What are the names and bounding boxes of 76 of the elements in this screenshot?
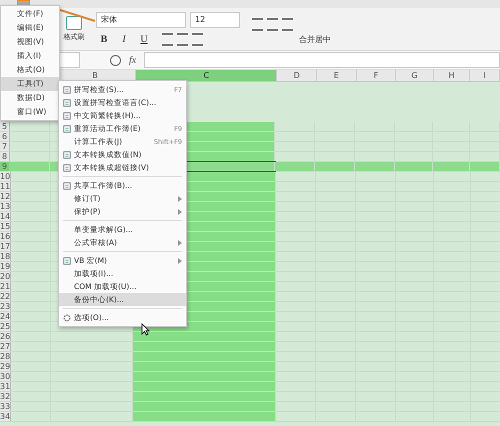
- column-header[interactable]: C: [136, 70, 278, 81]
- row-header[interactable]: 31: [0, 382, 12, 391]
- submenu-arrow-icon: [178, 208, 182, 214]
- row-header[interactable]: 18: [0, 252, 12, 261]
- row-header[interactable]: 21: [0, 282, 12, 291]
- row-header[interactable]: 24: [0, 312, 12, 321]
- document-icon: [63, 112, 71, 120]
- submenu-arrow-icon: [178, 258, 182, 264]
- sheet-cell[interactable]: [133, 412, 276, 421]
- row-header[interactable]: 5: [0, 122, 10, 131]
- row-header[interactable]: 29: [0, 362, 12, 371]
- sheet-cell[interactable]: [315, 162, 355, 171]
- row-header[interactable]: 22: [0, 292, 12, 301]
- sheet-cell[interactable]: [470, 162, 500, 171]
- submenu-arrow-icon: [178, 196, 182, 202]
- sheet-cell[interactable]: [133, 352, 276, 361]
- document-icon: [63, 256, 71, 264]
- row-header[interactable]: 33: [0, 402, 12, 411]
- font-name-field[interactable]: 宋体: [96, 12, 186, 28]
- search-icon[interactable]: [110, 54, 121, 66]
- row-header[interactable]: 25: [0, 322, 12, 331]
- column-header[interactable]: E: [317, 70, 357, 81]
- row-header[interactable]: 17: [0, 242, 12, 251]
- font-size-field[interactable]: 12: [190, 12, 240, 28]
- sheet-cell[interactable]: [133, 392, 276, 401]
- document-icon: [63, 124, 71, 132]
- column-header[interactable]: I: [470, 70, 500, 81]
- column-header[interactable]: G: [396, 70, 434, 81]
- document-icon: [63, 86, 71, 94]
- row-header[interactable]: 26: [0, 332, 12, 341]
- fx-label[interactable]: fx: [129, 54, 136, 66]
- underline-button[interactable]: U: [136, 32, 152, 46]
- brush-icon[interactable]: [66, 16, 82, 30]
- row-header[interactable]: 20: [0, 272, 12, 281]
- gear-icon: [63, 314, 71, 322]
- row-header[interactable]: 8: [0, 152, 10, 161]
- row-header[interactable]: 9: [0, 162, 10, 171]
- sheet-cell[interactable]: [133, 342, 276, 351]
- sheet-cell[interactable]: [433, 162, 470, 171]
- row-header[interactable]: 32: [0, 392, 12, 401]
- column-header[interactable]: D: [277, 70, 318, 81]
- row-header[interactable]: 27: [0, 342, 12, 351]
- row-header[interactable]: 23: [0, 302, 12, 311]
- row-header[interactable]: 6: [0, 132, 10, 141]
- sheet-cell[interactable]: [10, 162, 50, 171]
- sheet-cell[interactable]: [133, 362, 276, 371]
- row-header[interactable]: 28: [0, 352, 12, 361]
- formula-input[interactable]: [144, 52, 500, 68]
- row-header[interactable]: 11: [0, 182, 12, 191]
- row-header[interactable]: 19: [0, 262, 12, 271]
- column-header[interactable]: F: [356, 70, 396, 81]
- document-icon: [63, 150, 71, 158]
- row-header[interactable]: 16: [0, 232, 12, 241]
- sheet-cell[interactable]: [133, 332, 276, 341]
- row-header[interactable]: 15: [0, 222, 12, 231]
- row-header[interactable]: 10: [0, 172, 12, 181]
- sheet-cell[interactable]: [133, 372, 276, 381]
- submenu-arrow-icon: [178, 240, 182, 246]
- sheet-cell[interactable]: [133, 402, 276, 411]
- row-header[interactable]: 12: [0, 192, 12, 201]
- row-header[interactable]: 13: [0, 202, 12, 211]
- bold-button[interactable]: B: [96, 32, 112, 46]
- sheet-cell[interactable]: [275, 162, 315, 171]
- italic-button[interactable]: I: [116, 32, 132, 46]
- document-icon: [63, 164, 71, 172]
- document-icon: [63, 98, 71, 106]
- document-icon: [63, 182, 71, 190]
- sheet-cell[interactable]: [395, 162, 433, 171]
- column-header[interactable]: H: [434, 70, 470, 81]
- row-header[interactable]: 34: [0, 412, 12, 421]
- row-header[interactable]: 7: [0, 142, 10, 151]
- row-header[interactable]: 14: [0, 212, 12, 221]
- row-header[interactable]: 30: [0, 372, 12, 381]
- merge-button[interactable]: 合并居中: [299, 34, 331, 45]
- sheet-cell[interactable]: [355, 162, 395, 171]
- sheet-cell[interactable]: [133, 382, 276, 391]
